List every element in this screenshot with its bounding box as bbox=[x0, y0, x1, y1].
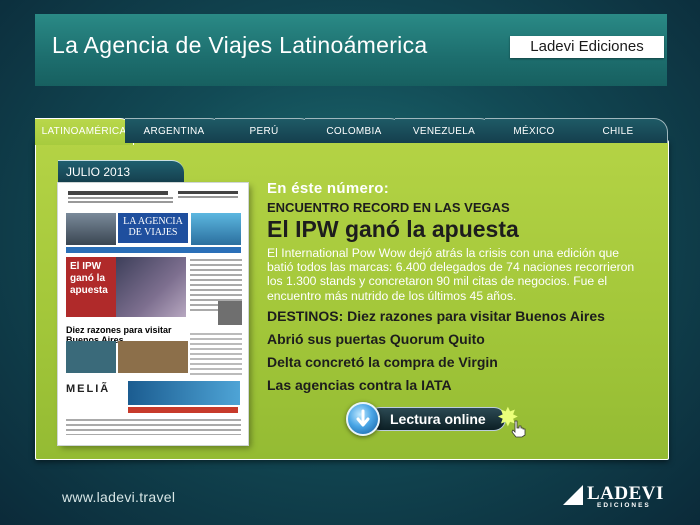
story-kicker: ENCUENTRO RECORD EN LAS VEGAS bbox=[267, 200, 510, 215]
read-online-button[interactable]: Lectura online bbox=[346, 402, 506, 436]
magazine-cover[interactable]: LA AGENCIA DE VIAJES El IPW ganó la apue… bbox=[58, 183, 248, 445]
logo-subtitle: EDICIONES bbox=[597, 502, 651, 509]
story-headline[interactable]: El IPW ganó la apuesta bbox=[267, 216, 519, 243]
footer-url[interactable]: www.ladevi.travel bbox=[62, 489, 175, 505]
tab-peru[interactable]: PERÚ bbox=[215, 118, 314, 143]
cover-photo-pool bbox=[191, 213, 241, 245]
cover-section-headline: Diez razones para visitar Buenos Aires bbox=[66, 325, 172, 345]
cover-photo-street bbox=[66, 341, 116, 373]
cover-text-line bbox=[68, 197, 173, 199]
issue-intro: En éste número: bbox=[267, 180, 390, 197]
site-title: La Agencia de Viajes Latinoámerica bbox=[52, 32, 428, 58]
story-link-iata[interactable]: Las agencias contra la IATA bbox=[267, 374, 605, 397]
story-summary: El International Pow Wow dejó atrás la c… bbox=[267, 246, 635, 303]
country-tabs: LATINOAMÉRICA ARGENTINA PERÚ COLOMBIA VE… bbox=[35, 118, 668, 145]
ladevi-logo: LADEVI EDICIONES bbox=[563, 483, 685, 509]
story-link-list: DESTINOS: Diez razones para visitar Buen… bbox=[267, 305, 605, 397]
story-link-quorum-quito[interactable]: Abrió sus puertas Quorum Quito bbox=[267, 328, 605, 351]
read-online-label: Lectura online bbox=[390, 411, 486, 427]
story-link-buenos-aires[interactable]: DESTINOS: Diez razones para visitar Buen… bbox=[267, 305, 605, 328]
cover-ad-photo bbox=[128, 381, 240, 405]
cover-photo-event bbox=[116, 257, 186, 317]
cover-hero-headline: El IPW ganó la apuesta bbox=[66, 257, 116, 317]
issue-date-badge: JULIO 2013 bbox=[58, 160, 184, 183]
cover-ad-logo: MELIÃ bbox=[66, 383, 111, 395]
cover-ad-strip bbox=[128, 407, 238, 413]
cover-text-line bbox=[178, 196, 238, 198]
brand-label: Ladevi Ediciones bbox=[510, 36, 664, 58]
tab-colombia[interactable]: COLOMBIA bbox=[305, 118, 404, 143]
tab-argentina[interactable]: ARGENTINA bbox=[125, 118, 224, 143]
download-arrow-icon bbox=[346, 402, 380, 436]
cover-photo-city bbox=[66, 213, 116, 245]
cover-footer-text bbox=[66, 419, 241, 435]
cover-photo-person bbox=[218, 301, 242, 325]
story-link-delta-virgin[interactable]: Delta concretó la compra de Virgin bbox=[267, 351, 605, 374]
cover-text-line bbox=[68, 191, 168, 195]
tab-chile[interactable]: CHILE bbox=[569, 118, 668, 143]
cover-band bbox=[66, 247, 241, 253]
logo-mark-icon bbox=[563, 485, 583, 505]
hand-cursor-icon bbox=[510, 420, 526, 443]
tab-latinoamerica[interactable]: LATINOAMÉRICA bbox=[35, 118, 134, 145]
cover-text-line bbox=[178, 191, 238, 194]
tab-venezuela[interactable]: VENEZUELA bbox=[395, 118, 494, 143]
cover-masthead: LA AGENCIA DE VIAJES bbox=[118, 213, 188, 243]
cover-text-line bbox=[68, 201, 173, 203]
cover-photo-building bbox=[118, 341, 188, 373]
cover-column-text bbox=[190, 333, 242, 377]
